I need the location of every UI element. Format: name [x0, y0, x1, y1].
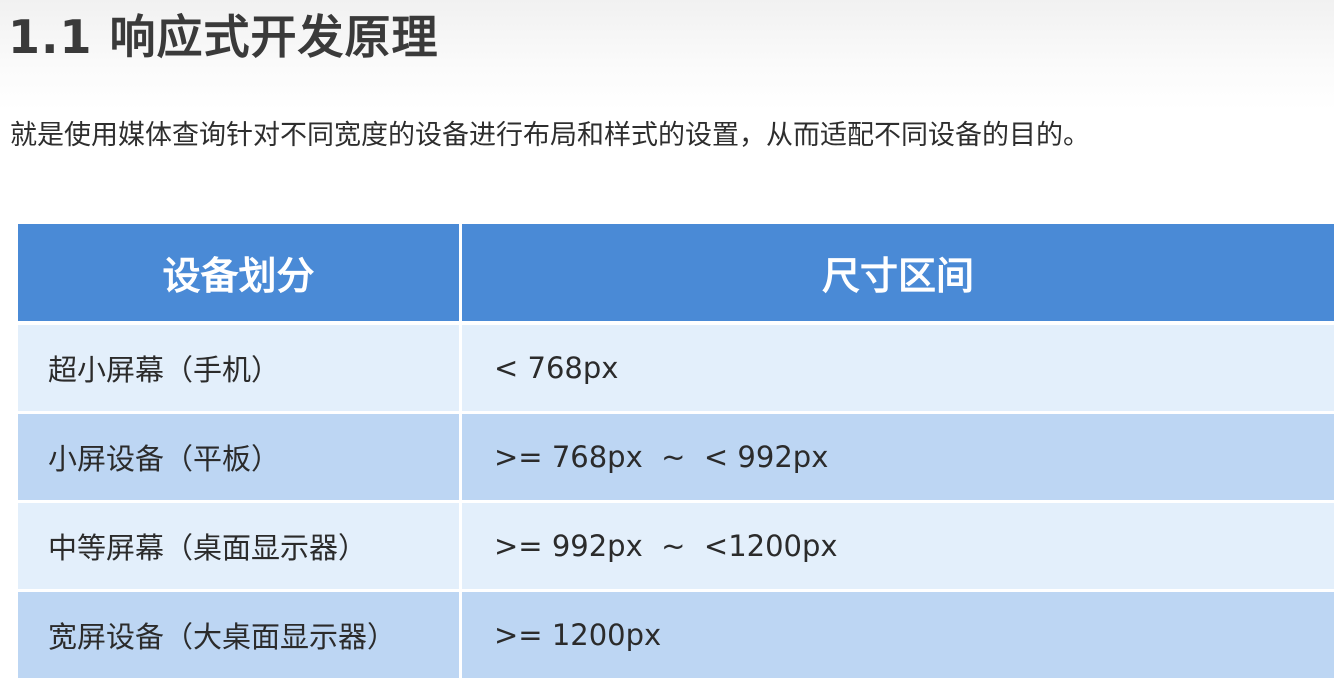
table-row: 超小屏幕（手机） < 768px	[18, 323, 1334, 414]
device-breakpoint-table: 设备划分 尺寸区间 超小屏幕（手机） < 768px 小屏设备（平板） >= 7…	[18, 224, 1334, 681]
device-cell: 中等屏幕（桌面显示器）	[18, 501, 462, 592]
range-cell: >= 768px ~ < 992px	[460, 412, 1334, 503]
range-cell: < 768px	[460, 323, 1334, 414]
header-device-category: 设备划分	[18, 224, 462, 325]
range-cell: >= 1200px	[460, 590, 1334, 681]
device-cell: 小屏设备（平板）	[18, 412, 462, 503]
device-cell: 宽屏设备（大桌面显示器）	[18, 590, 462, 681]
table-row: 中等屏幕（桌面显示器） >= 992px ~ <1200px	[18, 501, 1334, 592]
table-row: 小屏设备（平板） >= 768px ~ < 992px	[18, 412, 1334, 503]
header-size-range: 尺寸区间	[460, 224, 1334, 325]
table-row: 宽屏设备（大桌面显示器） >= 1200px	[18, 590, 1334, 681]
device-cell: 超小屏幕（手机）	[18, 323, 462, 414]
page-title: 1.1 响应式开发原理	[8, 10, 439, 64]
range-cell: >= 992px ~ <1200px	[460, 501, 1334, 592]
intro-paragraph: 就是使用媒体查询针对不同宽度的设备进行布局和样式的设置，从而适配不同设备的目的。	[10, 120, 1090, 151]
table-header-row: 设备划分 尺寸区间	[18, 224, 1334, 325]
